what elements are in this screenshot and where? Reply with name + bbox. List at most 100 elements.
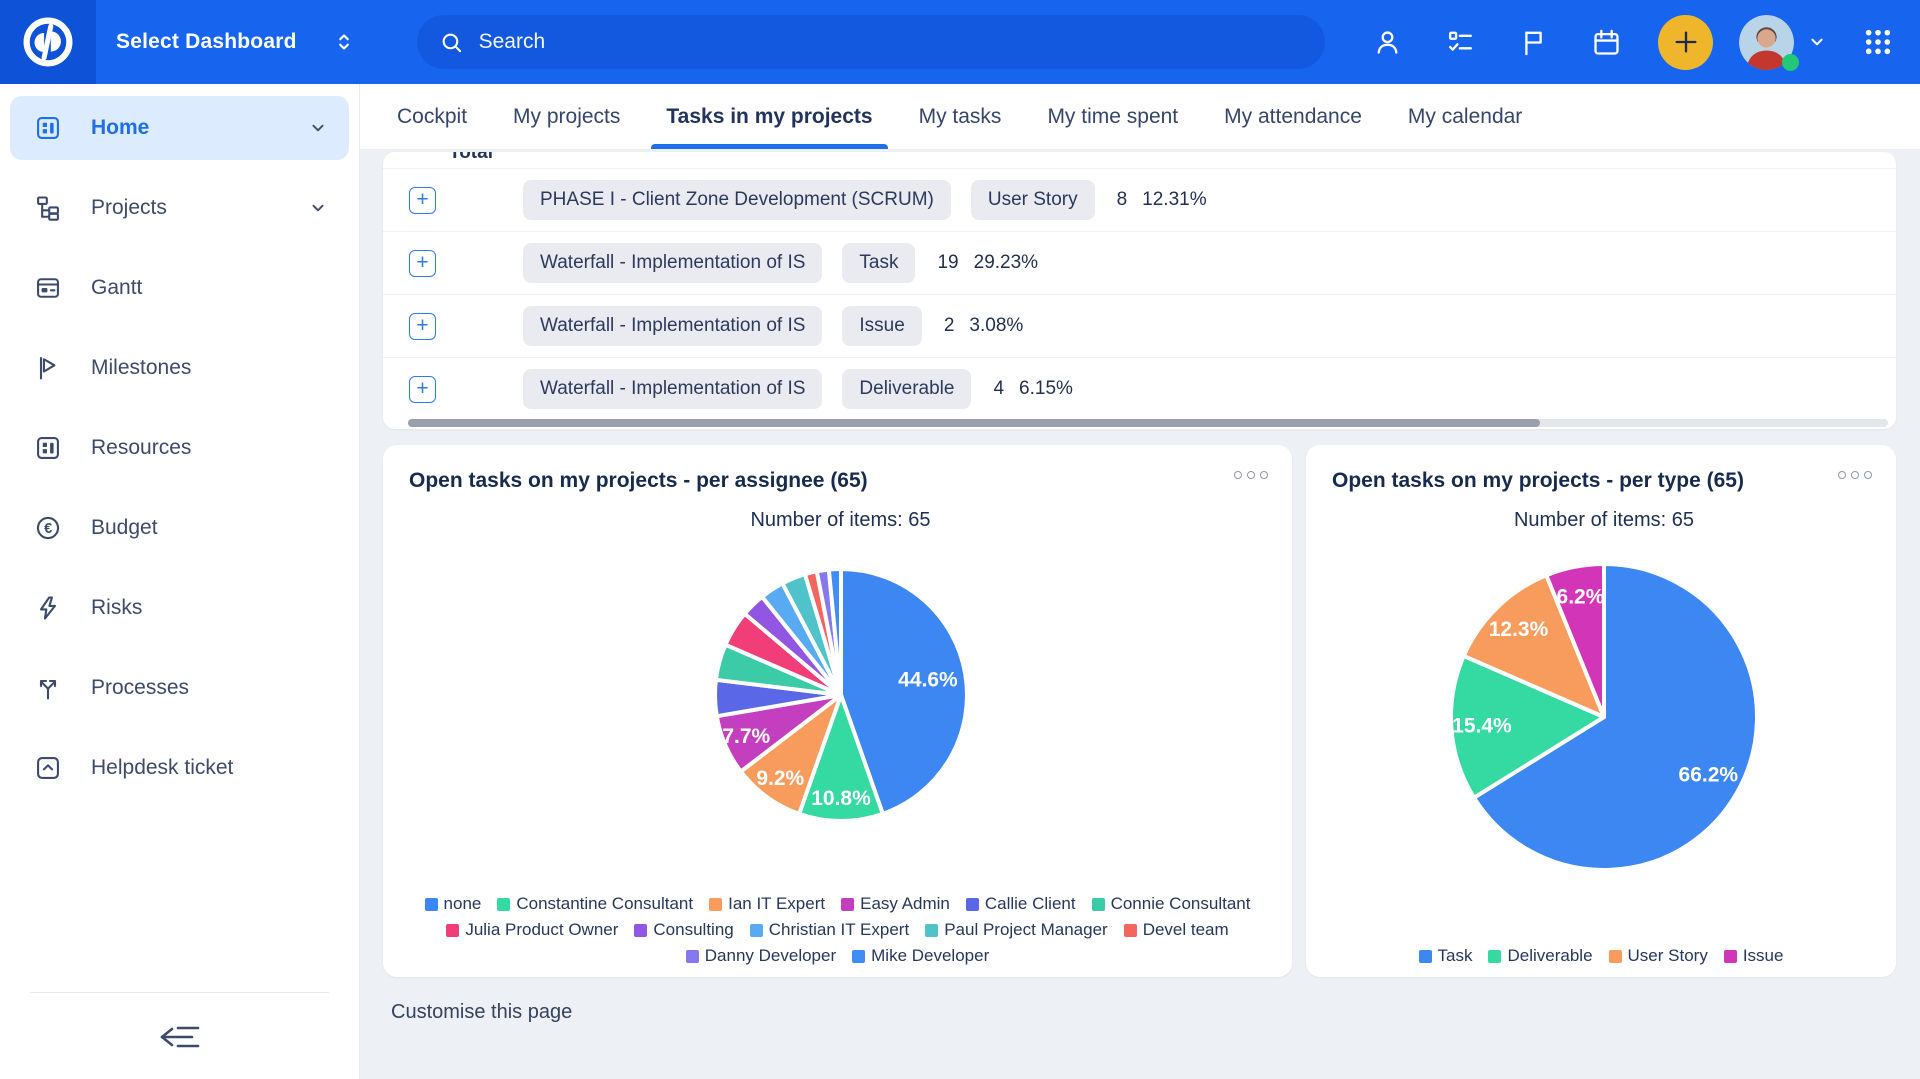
legend-swatch (425, 898, 438, 911)
legend-item: Deliverable (1488, 946, 1592, 966)
pie-percent-label: 44.6% (898, 669, 958, 692)
sidebar: Home Projects Gantt Milestones Resources… (0, 84, 360, 1079)
apps-grid-icon[interactable] (1862, 26, 1894, 58)
dashboard-content: Total + PHASE I - Client Zone Developmen… (360, 150, 1920, 1079)
legend-item: Connie Consultant (1092, 894, 1251, 914)
legend-item: Danny Developer (686, 946, 836, 966)
chart-title: Open tasks on my projects - per type (65… (1332, 469, 1876, 493)
card-menu-button[interactable] (1234, 471, 1268, 479)
task-type-pill: User Story (971, 180, 1095, 220)
chevron-down-icon[interactable] (1806, 31, 1828, 53)
legend-swatch (750, 924, 763, 937)
sidebar-collapse-button[interactable] (158, 1017, 202, 1057)
budget-icon: € (34, 514, 62, 542)
legend-item: none (425, 894, 482, 914)
legend-label: Devel team (1143, 920, 1229, 940)
task-count: 19 (937, 252, 958, 274)
sidebar-item-projects[interactable]: Projects (10, 176, 349, 240)
app-root: Select Dashboard Search (0, 0, 1920, 1079)
table-total-label: Total (449, 152, 493, 164)
project-name-pill[interactable]: Waterfall - Implementation of IS (523, 306, 822, 346)
pie-percent-label: 9.2% (756, 767, 804, 790)
project-name-pill[interactable]: PHASE I - Client Zone Development (SCRUM… (523, 180, 951, 220)
chart-card-per-type: Open tasks on my projects - per type (65… (1306, 445, 1896, 977)
sidebar-item-budget[interactable]: € Budget (10, 496, 349, 560)
expand-row-button[interactable]: + (409, 376, 436, 403)
sidebar-nav: Home Projects Gantt Milestones Resources… (0, 84, 359, 800)
legend-label: Ian IT Expert (728, 894, 825, 914)
tab-cockpit[interactable]: Cockpit (397, 84, 467, 149)
legend-item: Devel team (1124, 920, 1229, 940)
chevron-down-icon[interactable] (307, 197, 329, 219)
dashboard-selector-label: Select Dashboard (116, 30, 297, 54)
legend-swatch (1724, 950, 1737, 963)
customise-page-link[interactable]: Customise this page (391, 1001, 572, 1024)
quick-add-button[interactable] (1658, 15, 1713, 70)
app-logo[interactable] (0, 0, 96, 84)
tab-my-calendar[interactable]: My calendar (1408, 84, 1522, 149)
sidebar-item-helpdesk-ticket[interactable]: Helpdesk ticket (10, 736, 349, 800)
legend-item: Paul Project Manager (925, 920, 1107, 940)
risks-icon (34, 594, 62, 622)
legend-label: Connie Consultant (1111, 894, 1251, 914)
task-list-icon[interactable] (1445, 27, 1476, 58)
svg-text:€: € (44, 521, 52, 537)
sidebar-item-label: Processes (91, 676, 307, 700)
sidebar-item-label: Home (91, 116, 307, 140)
tab-my-attendance[interactable]: My attendance (1224, 84, 1362, 149)
task-percent: 29.23% (974, 252, 1038, 274)
sidebar-item-label: Resources (91, 436, 307, 460)
card-menu-button[interactable] (1838, 471, 1872, 479)
table-row: + PHASE I - Client Zone Development (SCR… (383, 168, 1896, 231)
sidebar-item-risks[interactable]: Risks (10, 576, 349, 640)
legend-label: Deliverable (1507, 946, 1592, 966)
brand-logo-icon (21, 15, 75, 69)
sidebar-item-label: Gantt (91, 276, 307, 300)
tab-tasks-in-my-projects[interactable]: Tasks in my projects (666, 84, 872, 149)
topbar-actions (1330, 15, 1920, 70)
legend-label: Mike Developer (871, 946, 989, 966)
expand-row-button[interactable]: + (409, 250, 436, 277)
table-row: + Waterfall - Implementation of IS Task … (383, 231, 1896, 294)
gantt-icon (34, 274, 62, 302)
pie-percent-label: 10.8% (811, 787, 871, 810)
horizontal-scrollbar-thumb[interactable] (408, 419, 1540, 427)
legend-label: Issue (1743, 946, 1784, 966)
pie-percent-label: 15.4% (1452, 714, 1512, 737)
search-icon (439, 30, 464, 55)
table-total-row: Total (383, 152, 1896, 168)
legend-swatch (634, 924, 647, 937)
processes-icon (34, 674, 62, 702)
legend-swatch (1419, 950, 1432, 963)
tab-my-tasks[interactable]: My tasks (919, 84, 1002, 149)
top-bar: Select Dashboard Search (0, 0, 1920, 84)
tab-my-projects[interactable]: My projects (513, 84, 620, 149)
chart-subtitle: Number of items: 65 (409, 509, 1272, 532)
calendar-icon[interactable] (1591, 27, 1622, 58)
task-count: 2 (944, 315, 955, 337)
dashboard-selector[interactable]: Select Dashboard (116, 29, 357, 55)
sidebar-item-gantt[interactable]: Gantt (10, 256, 349, 320)
profile-icon[interactable] (1372, 27, 1403, 58)
pie-percent-label: 6.2% (1557, 585, 1605, 608)
project-name-pill[interactable]: Waterfall - Implementation of IS (523, 369, 822, 409)
legend-swatch (925, 924, 938, 937)
tab-my-time-spent[interactable]: My time spent (1047, 84, 1178, 149)
expand-row-button[interactable]: + (409, 313, 436, 340)
sidebar-item-processes[interactable]: Processes (10, 656, 349, 720)
expand-row-button[interactable]: + (409, 187, 436, 214)
legend-label: Julia Product Owner (465, 920, 618, 940)
project-name-pill[interactable]: Waterfall - Implementation of IS (523, 243, 822, 283)
chevron-down-icon[interactable] (307, 117, 329, 139)
chart-legend: none Constantine Consultant Ian IT Exper… (405, 894, 1270, 966)
sidebar-item-milestones[interactable]: Milestones (10, 336, 349, 400)
legend-label: Christian IT Expert (769, 920, 909, 940)
sidebar-item-home[interactable]: Home (10, 96, 349, 160)
legend-item: Ian IT Expert (709, 894, 825, 914)
flag-icon[interactable] (1518, 27, 1549, 58)
legend-item: Julia Product Owner (446, 920, 618, 940)
pie-chart-per-assignee: 44.6%10.8%9.2%7.7% (711, 565, 971, 825)
sidebar-item-resources[interactable]: Resources (10, 416, 349, 480)
search-input[interactable]: Search (417, 15, 1325, 69)
user-avatar[interactable] (1739, 15, 1794, 70)
